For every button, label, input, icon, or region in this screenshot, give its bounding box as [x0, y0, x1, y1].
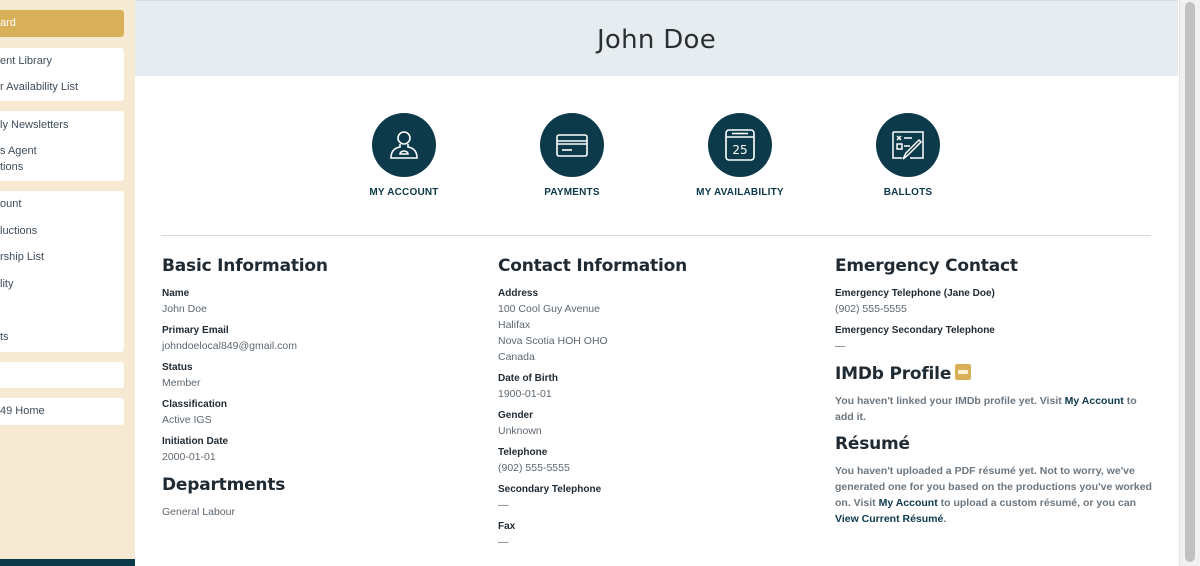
resume-note: You haven't uploaded a PDF résumé yet. N…	[835, 463, 1157, 527]
sidebar-item-membership-list[interactable]: rship List	[0, 250, 44, 264]
resume-my-account-link[interactable]: My Account	[879, 497, 938, 509]
sidebar-item-document-library[interactable]: ent Library	[0, 54, 52, 68]
calendar-day: 25	[732, 143, 747, 157]
departments-value: General Labour	[162, 506, 235, 518]
classification-label: Classification	[162, 399, 228, 410]
imdb-profile-title-text: IMDb Profile	[835, 364, 952, 384]
gender-value: Unknown	[498, 425, 542, 437]
ballots-label: BALLOTS	[883, 187, 933, 198]
page-title: John Doe	[596, 25, 717, 55]
imdb-badge-icon	[955, 364, 972, 380]
credit-card-icon	[556, 134, 588, 157]
sidebar-group-3	[0, 191, 124, 352]
view-current-resume-link[interactable]: View Current Résumé	[835, 513, 943, 525]
secondary-telephone-label: Secondary Telephone	[498, 484, 602, 495]
ballots-circle	[876, 113, 940, 177]
emergency-contact-title: Emergency Contact	[835, 256, 1018, 276]
ballot-icon	[892, 131, 924, 160]
primary-email-label: Primary Email	[162, 325, 229, 336]
my-account-circle	[372, 113, 436, 177]
fax-value: —	[498, 536, 509, 548]
sidebar-footer	[0, 559, 135, 566]
date-of-birth-value: 1900-01-01	[498, 388, 552, 400]
scrollbar-thumb[interactable]	[1185, 2, 1195, 562]
initiation-date-value: 2000-01-01	[162, 451, 216, 463]
sidebar-item-productions[interactable]: luctions	[0, 224, 37, 238]
emergency-secondary-telephone-value: —	[835, 340, 846, 352]
imdb-profile-title: IMDb Profile	[835, 364, 972, 384]
sidebar: ard ent Library r Availability List ly N…	[0, 0, 135, 566]
my-account-link[interactable]: MY ACCOUNT	[339, 113, 469, 198]
vertical-scrollbar[interactable]	[1179, 0, 1200, 566]
sidebar-item-availability-list[interactable]: r Availability List	[0, 80, 78, 94]
payments-circle	[540, 113, 604, 177]
telephone-value: (902) 555-5555	[498, 462, 570, 474]
resume-title: Résumé	[835, 434, 910, 454]
emergency-secondary-telephone-label: Emergency Secondary Telephone	[835, 325, 995, 336]
section-divider	[161, 235, 1151, 236]
my-availability-circle: 25	[708, 113, 772, 177]
gender-label: Gender	[498, 410, 534, 421]
date-of-birth-label: Date of Birth	[498, 373, 558, 384]
my-availability-label: MY AVAILABILITY	[696, 187, 784, 198]
departments-title: Departments	[162, 475, 286, 495]
ballots-link[interactable]: BALLOTS	[843, 113, 973, 198]
profile-header: John Doe	[135, 0, 1178, 76]
sidebar-item-dashboard[interactable]: ard	[0, 10, 124, 37]
calendar-icon: 25	[725, 129, 755, 161]
my-account-label: MY ACCOUNT	[369, 187, 439, 198]
sidebar-item-newsletters[interactable]: ly Newsletters	[0, 118, 68, 132]
name-label: Name	[162, 288, 190, 299]
sidebar-group-4[interactable]	[0, 362, 124, 388]
imdb-note-text: You haven't linked your IMDb profile yet…	[835, 395, 1065, 407]
emergency-telephone-label: Emergency Telephone (Jane Doe)	[835, 288, 995, 299]
address-line: Nova Scotia HOH OHO	[498, 335, 608, 347]
initiation-date-label: Initiation Date	[162, 436, 229, 447]
sidebar-item-ballots[interactable]: ts	[0, 330, 9, 344]
address-line: 100 Cool Guy Avenue	[498, 303, 600, 315]
sidebar-item-agent[interactable]: s Agent	[0, 144, 37, 158]
status-value: Member	[162, 377, 201, 389]
imdb-my-account-link[interactable]: My Account	[1065, 395, 1124, 407]
sidebar-item-account[interactable]: ount	[0, 197, 21, 211]
user-icon	[390, 131, 418, 159]
sidebar-item-availability[interactable]: lity	[0, 277, 13, 291]
resume-note-middle: to upload a custom résumé, or you can	[937, 497, 1137, 509]
resume-note-end: .	[943, 513, 947, 525]
primary-email-value[interactable]: johndoelocal849@gmail.com	[162, 340, 297, 352]
status-label: Status	[162, 362, 193, 373]
contact-information-title: Contact Information	[498, 256, 687, 276]
payments-label: PAYMENTS	[544, 187, 600, 198]
address-line: Halifax	[498, 319, 531, 331]
my-availability-link[interactable]: 25 MY AVAILABILITY	[675, 113, 805, 198]
secondary-telephone-value: —	[498, 499, 509, 511]
name-value: John Doe	[162, 303, 207, 315]
emergency-telephone-value: (902) 555-5555	[835, 303, 907, 315]
address-label: Address	[498, 288, 539, 299]
fax-label: Fax	[498, 521, 516, 532]
telephone-label: Telephone	[498, 447, 548, 458]
imdb-note: You haven't linked your IMDb profile yet…	[835, 393, 1157, 425]
address-line: Canada	[498, 351, 535, 363]
classification-value: Active IGS	[162, 414, 212, 426]
sidebar-item-agent-cont[interactable]: tions	[0, 160, 23, 174]
payments-link[interactable]: PAYMENTS	[507, 113, 637, 198]
sidebar-item-home[interactable]: 49 Home	[0, 404, 45, 418]
basic-information-title: Basic Information	[162, 256, 328, 276]
